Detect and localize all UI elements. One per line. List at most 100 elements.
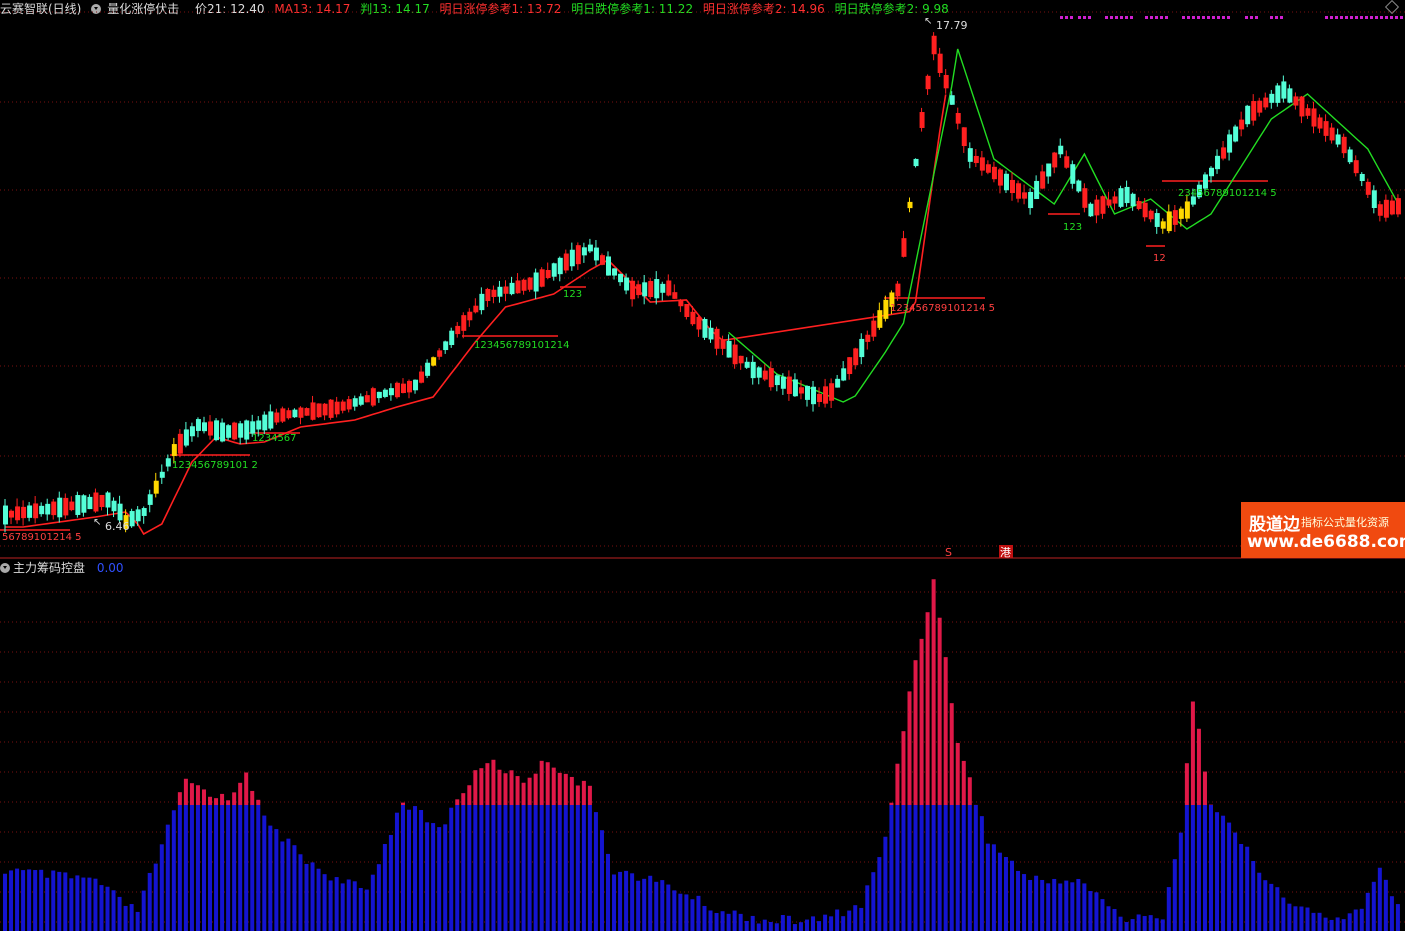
candle-body	[189, 426, 195, 437]
candle-body	[1275, 85, 1281, 103]
chip-bar-blue	[660, 880, 665, 931]
chip-bar-red	[244, 772, 249, 805]
signal-dot	[1125, 16, 1128, 19]
sub-chart-header: 主力筹码控盘 0.00	[0, 560, 124, 576]
chip-bar-blue	[829, 916, 834, 931]
chip-bar-blue	[382, 844, 387, 931]
candle-body	[509, 282, 515, 295]
chip-bar-blue	[690, 899, 695, 931]
chip-bar-blue	[3, 873, 7, 931]
candle-body	[497, 286, 503, 297]
dropdown-icon[interactable]	[0, 563, 10, 573]
signal-dot	[1120, 16, 1123, 19]
chip-bar-blue	[177, 805, 182, 931]
chip-bar-blue	[461, 805, 466, 931]
chip-bar-blue	[672, 890, 677, 931]
chip-bar-blue	[1016, 870, 1021, 931]
candle-body	[1124, 186, 1130, 204]
candle-body	[1070, 164, 1076, 184]
signal-dot	[1182, 16, 1185, 19]
chip-bar-red	[232, 792, 237, 805]
chip-bar-blue	[117, 896, 122, 931]
chip-bar-blue	[1215, 812, 1220, 931]
signal-dot	[1060, 16, 1063, 19]
chip-control-bars	[3, 579, 1400, 931]
chip-bar-blue	[1263, 880, 1268, 931]
candle-body	[256, 420, 262, 430]
chip-bar-blue	[21, 870, 26, 931]
chip-bar-blue	[1142, 916, 1147, 931]
candle-body	[1058, 145, 1064, 155]
chip-bar-blue	[1239, 844, 1244, 931]
chip-bar-blue	[678, 893, 683, 931]
chip-bar-blue	[27, 869, 32, 931]
high-arrow-icon: ↖	[924, 16, 932, 27]
candle-body	[214, 420, 220, 441]
candle-body	[1311, 108, 1317, 127]
chip-bar-blue	[967, 805, 972, 931]
candle-body	[3, 505, 8, 525]
chip-bar-blue	[63, 872, 68, 931]
high-price-label: 17.79	[936, 19, 968, 32]
sub-indicator-title[interactable]: 主力筹码控盘	[13, 561, 85, 575]
chip-bar-red	[503, 773, 508, 805]
chip-bar-red	[189, 783, 194, 805]
chip-bar-red	[479, 768, 484, 805]
signal-dot	[1130, 16, 1133, 19]
candle-body	[81, 495, 87, 513]
chip-bar-red	[949, 703, 954, 805]
candle-body	[768, 368, 774, 388]
chip-bar-blue	[195, 805, 200, 931]
candle-body	[563, 253, 569, 271]
candle-body	[666, 280, 672, 296]
chip-bar-blue	[226, 805, 231, 931]
chip-bar-blue	[105, 886, 110, 931]
chip-bar-blue	[250, 805, 255, 931]
signal-dot	[1345, 16, 1348, 19]
chip-bar-blue	[310, 862, 315, 931]
chip-bar-blue	[1227, 822, 1232, 931]
chip-bar-blue	[853, 905, 858, 931]
candle-body	[425, 362, 431, 376]
chip-bar-blue	[1106, 906, 1111, 931]
chart-canvas[interactable]: 17.79 ↖ 6.46 ↖ 56789101214 5 12345678910…	[0, 0, 1405, 931]
chip-bar-red	[195, 785, 200, 805]
badge-tagline: 指标公式量化资源	[1301, 516, 1389, 529]
candle-body	[696, 316, 702, 330]
chip-bar-blue	[1088, 891, 1093, 931]
candle-body	[503, 286, 509, 294]
chip-bar-red	[901, 731, 906, 805]
signal-dot	[1222, 16, 1225, 19]
chip-bar-blue	[654, 881, 659, 931]
candle-body	[87, 496, 93, 510]
chip-bar-blue	[1160, 919, 1165, 931]
candle-body	[370, 388, 376, 406]
candlesticks[interactable]	[3, 32, 1401, 533]
candle-body	[388, 388, 394, 396]
candle-body	[720, 339, 726, 349]
candle-body	[823, 386, 829, 404]
candle-body	[1178, 208, 1184, 219]
signal-dot	[1365, 16, 1368, 19]
chip-bar-blue	[702, 905, 707, 931]
chip-bar-red	[515, 776, 520, 805]
chip-bar-blue	[509, 805, 514, 931]
candle-body	[515, 280, 521, 294]
chip-bar-red	[461, 793, 466, 805]
chip-bar-blue	[479, 805, 484, 931]
chip-bar-blue	[280, 841, 285, 931]
candle-body	[811, 386, 817, 405]
chip-bar-red	[889, 802, 894, 805]
candle-body	[268, 411, 274, 429]
candle-body	[1148, 210, 1154, 220]
chip-bar-red	[485, 763, 490, 805]
count-label-b: 123456789101 2	[172, 460, 258, 471]
chip-bar-red	[569, 776, 574, 805]
candle-body	[1028, 191, 1034, 209]
candle-body	[931, 35, 937, 55]
candle-body	[1130, 193, 1136, 207]
signal-dot	[1070, 16, 1073, 19]
chip-bar-red	[539, 760, 544, 805]
chip-bar-blue	[696, 895, 701, 931]
candle-body	[612, 268, 618, 276]
